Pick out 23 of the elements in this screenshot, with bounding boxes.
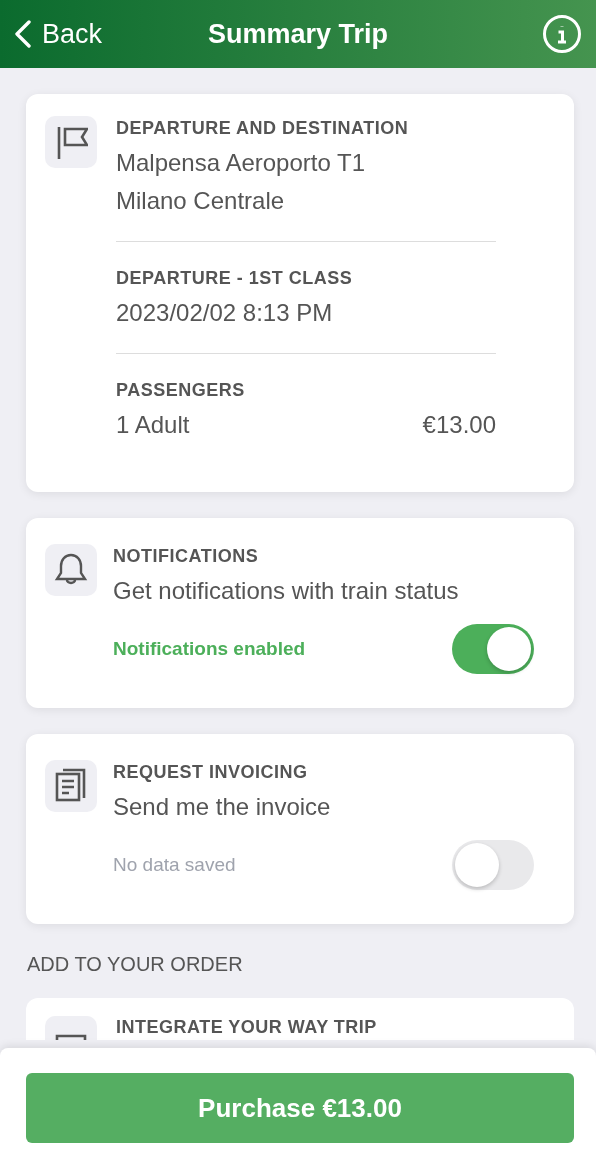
section-label: DEPARTURE - 1ST CLASS — [116, 267, 354, 290]
price-text: €13.00 — [422, 410, 496, 440]
option-title: REQUEST INVOICING — [113, 761, 309, 784]
section-label: PASSENGERS — [116, 379, 246, 402]
chevron-icon — [14, 20, 32, 48]
back-button[interactable]: Back — [14, 18, 103, 50]
option-title: NOTIFICATIONS — [113, 545, 260, 568]
status-text: Notifications enabled — [113, 637, 306, 661]
status-text: No data saved — [113, 853, 236, 877]
info-icon[interactable] — [542, 14, 582, 54]
detail-text: Malpensa Aeroporto T1 — [116, 148, 366, 178]
section-label: DEPARTURE AND DESTINATION — [116, 117, 410, 140]
detail-text: Milano Centrale — [116, 186, 285, 216]
detail-text: 1 Adult — [116, 410, 190, 440]
option-description: Send me the invoice — [113, 792, 332, 822]
addon-title: INTEGRATE YOUR WAY TRIP — [116, 1016, 378, 1038]
toggle-switch[interactable] — [452, 840, 534, 890]
screen-title: Summary Trip — [207, 18, 389, 50]
section-heading: ADD TO YOUR ORDER — [27, 952, 244, 976]
addon-card[interactable]: INTEGRATE YOUR WAY TRIP — [26, 998, 574, 1040]
toggle-switch[interactable] — [452, 624, 534, 674]
option-description: Get notifications with train status — [113, 576, 460, 606]
detail-text: 2023/02/02 8:13 PM — [116, 298, 333, 328]
